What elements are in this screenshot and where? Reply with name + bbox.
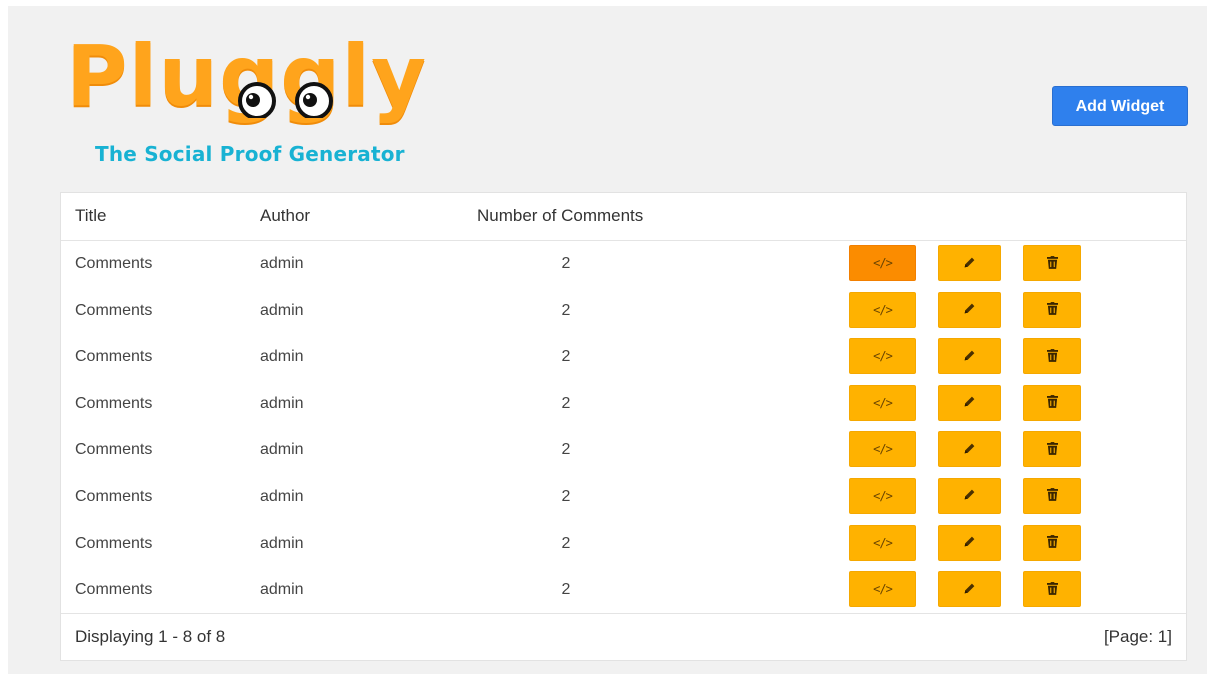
code-icon: </> [873, 535, 893, 550]
page-indicator: [Page: 1] [1103, 627, 1172, 646]
code-icon: </> [873, 302, 893, 317]
edit-button[interactable] [938, 524, 1001, 561]
pencil-icon [963, 300, 976, 319]
edit-button[interactable] [938, 338, 1001, 375]
trash-icon [1046, 254, 1058, 273]
displaying-count: Displaying 1 - 8 of 8 [75, 627, 226, 646]
row-comment-count: 2 [561, 441, 571, 459]
row-title: Comments [75, 534, 153, 552]
code-icon: </> [873, 488, 893, 503]
delete-button[interactable] [1023, 571, 1081, 608]
table-row: Comments admin 2 </> [61, 241, 1186, 288]
row-title: Comments [75, 348, 153, 366]
edit-button[interactable] [938, 245, 1001, 281]
trash-icon [1046, 440, 1058, 459]
delete-button[interactable] [1023, 291, 1081, 328]
edit-button[interactable] [938, 384, 1001, 421]
embed-code-button[interactable]: </> [849, 571, 916, 608]
add-widget-button[interactable]: Add Widget [1052, 86, 1188, 126]
logo-tagline: The Social Proof Generator [95, 142, 405, 166]
app-window: Pluggly The Social Proof Generator Add W… [8, 6, 1207, 674]
widgets-table: Title Author Number of Comments Comments… [60, 192, 1187, 661]
delete-button[interactable] [1023, 477, 1081, 514]
row-title: Comments [75, 581, 153, 599]
embed-code-button[interactable]: </> [849, 524, 916, 561]
pencil-icon [963, 486, 976, 505]
row-comment-count: 2 [561, 348, 571, 366]
row-comment-count: 2 [561, 534, 571, 552]
delete-button[interactable] [1023, 524, 1081, 561]
table-row: Comments admin 2 </> [61, 381, 1186, 428]
row-comment-count: 2 [561, 394, 571, 412]
column-header-comments[interactable]: Number of Comments [477, 193, 643, 239]
row-author: admin [260, 581, 304, 599]
row-title: Comments [75, 487, 153, 505]
pencil-icon [963, 393, 976, 412]
trash-icon [1046, 347, 1058, 366]
table-row: Comments admin 2 </> [61, 334, 1186, 381]
row-author: admin [260, 394, 304, 412]
row-comment-count: 2 [561, 487, 571, 505]
code-icon: </> [873, 442, 893, 457]
embed-code-button[interactable]: </> [849, 245, 916, 281]
edit-button[interactable] [938, 477, 1001, 514]
trash-icon [1046, 486, 1058, 505]
code-icon: </> [873, 395, 893, 410]
delete-button[interactable] [1023, 338, 1081, 375]
embed-code-button[interactable]: </> [849, 477, 916, 514]
column-header-title[interactable]: Title [75, 193, 107, 239]
row-comment-count: 2 [561, 301, 571, 319]
pencil-icon [963, 533, 976, 552]
edit-button[interactable] [938, 291, 1001, 328]
row-author: admin [260, 255, 304, 272]
embed-code-button[interactable]: </> [849, 338, 916, 375]
row-title: Comments [75, 441, 153, 459]
delete-button[interactable] [1023, 431, 1081, 468]
table-header: Title Author Number of Comments [61, 193, 1186, 241]
row-author: admin [260, 487, 304, 505]
table-body: Comments admin 2 </> Comments admin 2 </> Commen… [61, 241, 1186, 614]
pluggly-logo: Pluggly The Social Proof Generator [66, 26, 436, 176]
pencil-icon [963, 347, 976, 366]
table-row: Comments admin 2 </> [61, 427, 1186, 474]
trash-icon [1046, 580, 1058, 599]
row-title: Comments [75, 301, 153, 319]
table-row: Comments admin 2 </> [61, 521, 1186, 568]
trash-icon [1046, 300, 1058, 319]
pencil-icon [963, 580, 976, 599]
row-author: admin [260, 348, 304, 366]
delete-button[interactable] [1023, 384, 1081, 421]
row-title: Comments [75, 394, 153, 412]
logo-eyes-icon [238, 82, 333, 118]
delete-button[interactable] [1023, 245, 1081, 281]
edit-button[interactable] [938, 431, 1001, 468]
edit-button[interactable] [938, 571, 1001, 608]
row-comment-count: 2 [561, 255, 571, 272]
table-row: Comments admin 2 </> [61, 288, 1186, 335]
table-row: Comments admin 2 </> [61, 567, 1186, 614]
row-author: admin [260, 534, 304, 552]
trash-icon [1046, 533, 1058, 552]
trash-icon [1046, 393, 1058, 412]
row-comment-count: 2 [561, 581, 571, 599]
pencil-icon [963, 254, 976, 273]
code-icon: </> [873, 256, 893, 270]
table-footer: Displaying 1 - 8 of 8 [Page: 1] [61, 613, 1186, 661]
table-row: Comments admin 2 </> [61, 474, 1186, 521]
code-icon: </> [873, 582, 893, 597]
embed-code-button[interactable]: </> [849, 384, 916, 421]
row-author: admin [260, 441, 304, 459]
row-title: Comments [75, 255, 153, 272]
row-author: admin [260, 301, 304, 319]
code-icon: </> [873, 349, 893, 364]
embed-code-button[interactable]: </> [849, 431, 916, 468]
column-header-author[interactable]: Author [260, 193, 310, 239]
pencil-icon [963, 440, 976, 459]
embed-code-button[interactable]: </> [849, 291, 916, 328]
